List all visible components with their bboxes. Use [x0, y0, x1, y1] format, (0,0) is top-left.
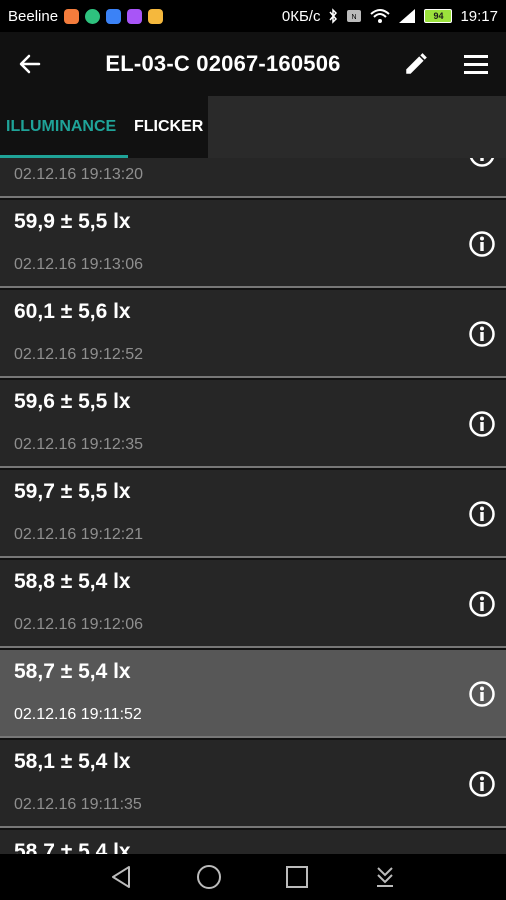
list-item[interactable]: 58,1 ± 5,4 lx 02.12.16 19:11:35 — [0, 740, 506, 828]
menu-button[interactable] — [446, 32, 506, 96]
notification-icon — [148, 8, 164, 24]
measurement-time: 02.12.16 19:12:35 — [14, 436, 144, 453]
measurement-time: 02.12.16 19:12:52 — [14, 346, 144, 363]
measurement-time: 02.12.16 19:12:06 — [14, 616, 144, 633]
signal-icon — [399, 9, 416, 23]
info-icon[interactable] — [468, 500, 496, 528]
back-button[interactable] — [0, 32, 60, 96]
measurement-value: 58,7 ± 5,4 lx — [14, 660, 131, 683]
battery-icon: 94 — [424, 9, 453, 23]
square-recents-icon — [286, 866, 308, 888]
status-left: Beeline — [8, 7, 164, 25]
edit-button[interactable] — [386, 32, 446, 96]
info-icon[interactable] — [468, 230, 496, 258]
pencil-icon — [406, 53, 427, 74]
list-item[interactable]: 59,9 ± 5,5 lx 02.12.16 19:13:06 — [0, 200, 506, 288]
notification-icon — [85, 8, 101, 24]
list-item[interactable]: 60,1 ± 5,6 lx 02.12.16 19:12:52 — [0, 290, 506, 378]
list-item[interactable]: 02.12.16 19:13:20 — [0, 158, 506, 198]
measurement-value: 59,9 ± 5,5 lx — [14, 210, 131, 233]
list-item-selected[interactable]: 58,7 ± 5,4 lx 02.12.16 19:11:52 — [0, 650, 506, 738]
status-right: 0КБ/с N 94 19:17 — [282, 8, 498, 25]
measurement-value: 59,6 ± 5,5 lx — [14, 390, 131, 413]
measurement-time: 02.12.16 19:12:21 — [14, 526, 144, 543]
info-icon[interactable] — [468, 158, 496, 168]
notification-icon — [127, 8, 143, 24]
page-title: EL-03-C 02067-160506 — [105, 51, 341, 76]
pull-down-icon — [377, 867, 393, 887]
svg-text:N: N — [352, 14, 357, 21]
arrow-left-icon — [19, 54, 41, 74]
measurement-value: 58,7 ± 5,4 lx — [14, 840, 131, 854]
info-icon[interactable] — [468, 680, 496, 708]
list-item[interactable]: 59,7 ± 5,5 lx 02.12.16 19:12:21 — [0, 470, 506, 558]
measurement-list[interactable]: 02.12.16 19:13:20 59,9 ± 5,5 lx 02.12.16… — [0, 158, 506, 854]
tab-bar-filler — [208, 96, 506, 158]
status-bar: Beeline 0КБ/с N 94 19:17 — [0, 0, 506, 32]
carrier-label: Beeline — [8, 7, 59, 25]
measurement-time: 02.12.16 19:13:06 — [14, 256, 144, 273]
nfc-icon: N — [347, 10, 362, 22]
measurement-time: 02.12.16 19:11:35 — [14, 796, 142, 813]
circle-home-icon — [197, 865, 221, 889]
hamburger-menu-icon — [464, 55, 488, 74]
network-speed: 0КБ/с — [281, 7, 321, 25]
app-bar: EL-03-C 02067-160506 — [0, 32, 506, 96]
list-item[interactable]: 58,7 ± 5,4 lx — [0, 830, 506, 854]
tab-illuminance[interactable]: ILLUMINANCE — [0, 96, 128, 158]
notification-icon — [64, 8, 80, 24]
tab-flicker[interactable]: FLICKER — [128, 96, 208, 158]
list-item[interactable]: 58,8 ± 5,4 lx 02.12.16 19:12:06 — [0, 560, 506, 648]
measurement-value: 58,1 ± 5,4 lx — [14, 750, 131, 773]
bluetooth-icon — [329, 8, 338, 24]
info-icon[interactable] — [468, 770, 496, 798]
measurement-time: 02.12.16 19:13:20 — [14, 166, 144, 183]
measurement-value: 58,8 ± 5,4 lx — [14, 570, 131, 593]
measurement-time: 02.12.16 19:11:52 — [14, 706, 142, 723]
info-icon[interactable] — [468, 590, 496, 618]
clock: 19:17 — [460, 7, 498, 25]
tab-bar: ILLUMINANCE FLICKER — [0, 96, 506, 158]
measurement-value: 59,7 ± 5,5 lx — [14, 480, 131, 503]
measurement-value: 60,1 ± 5,6 lx — [14, 300, 131, 323]
nav-home-button[interactable] — [194, 862, 224, 892]
notification-icon — [106, 8, 122, 24]
info-icon[interactable] — [468, 320, 496, 348]
nav-notifications-button[interactable] — [370, 862, 400, 892]
wifi-icon — [370, 9, 391, 23]
info-icon[interactable] — [468, 410, 496, 438]
nav-recents-button[interactable] — [282, 862, 312, 892]
list-item[interactable]: 59,6 ± 5,5 lx 02.12.16 19:12:35 — [0, 380, 506, 468]
triangle-back-icon — [112, 866, 130, 888]
system-nav-bar — [0, 854, 506, 900]
nav-back-button[interactable] — [106, 862, 136, 892]
